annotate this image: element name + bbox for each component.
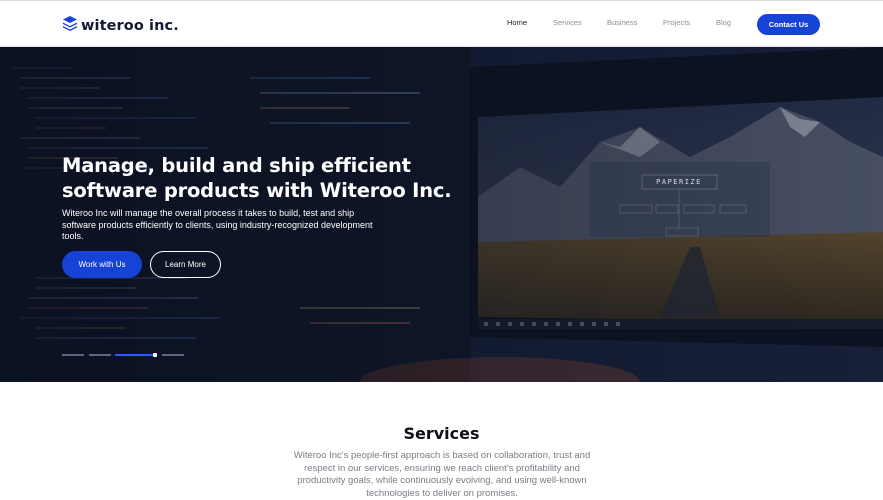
services-heading: Services [403,424,480,443]
nav-home-link[interactable]: Home [507,18,527,27]
main-nav: Home Services Business Projects Blog [0,18,883,32]
contact-us-button[interactable]: Contact Us [757,14,820,35]
site-header: witeroo inc. Home Services Business Proj… [0,0,883,47]
nav-projects-link[interactable]: Projects [663,18,690,27]
work-with-us-button[interactable]: Work with Us [62,251,142,278]
hero-section: PAPERIZE Manage, build and ship efficien… [0,47,883,382]
hero-subtitle: Witeroo Inc will manage the overall proc… [62,208,373,241]
slider-dot[interactable] [162,354,184,356]
nav-services-link[interactable]: Services [553,18,582,27]
slider-dot[interactable] [62,354,84,356]
slider-dot-active[interactable] [115,354,155,356]
nav-business-link[interactable]: Business [607,18,637,27]
learn-more-button[interactable]: Learn More [150,251,221,278]
screen-caption: PAPERIZE [656,178,702,186]
nav-blog-link[interactable]: Blog [716,18,731,27]
hero-title: Manage, build and ship efficient softwar… [62,154,452,202]
slider-dot[interactable] [89,354,111,356]
services-description: Witeroo Inc's people-first approach is b… [293,450,591,499]
slider-knob [153,353,157,357]
